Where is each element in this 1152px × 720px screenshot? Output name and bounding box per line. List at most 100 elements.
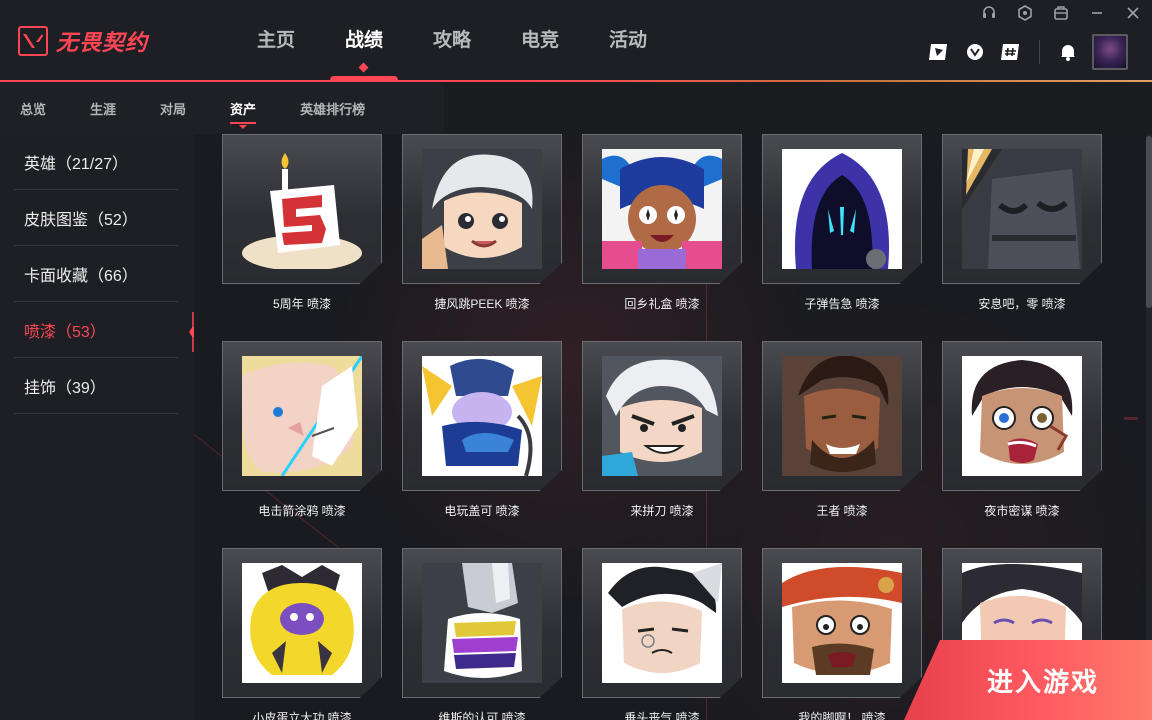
store-icon[interactable] <box>1050 2 1072 24</box>
spray-tile[interactable] <box>762 548 922 698</box>
crying-face-icon <box>782 563 902 683</box>
sidebar-item-sprays[interactable]: 喷漆（53） <box>0 302 194 358</box>
sidebar-item-agents[interactable]: 英雄（21/27） <box>0 134 194 190</box>
spray-label: 电击箭涂鸦 喷漆 <box>258 504 346 518</box>
enter-game-label: 进入游戏 <box>986 666 1099 697</box>
top-bar: 无畏契约 主页 战绩 攻略 电竞 活动 <box>0 0 1152 82</box>
tab-matches[interactable]: 对局 <box>160 99 186 118</box>
spray-label: 捷风跳PEEK 喷漆 <box>434 297 530 311</box>
spray-tile[interactable] <box>222 134 382 284</box>
tab-career[interactable]: 生涯 <box>90 99 116 118</box>
app-logo[interactable]: 无畏契约 <box>18 26 148 56</box>
spray-tile[interactable] <box>582 341 742 491</box>
avatar[interactable] <box>1092 34 1128 70</box>
tab-overview[interactable]: 总览 <box>20 99 46 118</box>
main-nav-home[interactable]: 主页 <box>232 0 320 82</box>
spray-tile[interactable] <box>402 134 562 284</box>
spray-card[interactable]: 垂头丧气 喷漆 <box>582 548 742 720</box>
header-actions <box>927 34 1128 70</box>
sidebar-item-charms[interactable]: 挂饰（39） <box>0 358 194 414</box>
spray-label: 垂头丧气 喷漆 <box>624 711 700 720</box>
main-nav-records[interactable]: 战绩 <box>320 0 408 82</box>
spray-label: 安息吧，零 喷漆 <box>978 297 1066 311</box>
spray-card[interactable]: 维斯的认可 喷漆 <box>402 548 562 720</box>
spray-tile[interactable] <box>582 548 742 698</box>
sub-nav: 总览 生涯 对局 资产 英雄排行榜 <box>0 82 444 134</box>
spray-label: 子弹告急 喷漆 <box>804 297 880 311</box>
main-nav-events[interactable]: 活动 <box>584 0 672 82</box>
sad-yoru-icon <box>602 563 722 683</box>
spray-label: 电玩盖可 喷漆 <box>444 504 520 518</box>
settings-hex-icon[interactable] <box>1014 2 1036 24</box>
hashtag-icon[interactable] <box>999 40 1023 64</box>
main-nav: 主页 战绩 攻略 电竞 活动 <box>232 0 672 82</box>
sidebar-item-skins[interactable]: 皮肤图鉴（52） <box>0 190 194 246</box>
spray-label: 回乡礼盒 喷漆 <box>624 297 700 311</box>
main-nav-label: 活动 <box>608 30 647 51</box>
window-controls <box>978 2 1144 24</box>
spray-label: 来拼刀 喷漆 <box>630 504 694 518</box>
divider <box>1039 40 1040 64</box>
spray-tile[interactable] <box>942 341 1102 491</box>
close-icon[interactable] <box>1122 2 1144 24</box>
spray-label: 维斯的认可 喷漆 <box>438 711 526 720</box>
thumbs-up-icon <box>422 563 542 683</box>
spray-tile[interactable] <box>222 548 382 698</box>
spray-card[interactable]: 回乡礼盒 喷漆 <box>582 134 742 341</box>
spray-label: 夜市密谋 喷漆 <box>984 504 1060 518</box>
spray-tile[interactable] <box>762 134 922 284</box>
spray-label: 我的脚啊！ 喷漆 <box>798 711 886 720</box>
spray-card[interactable]: 电击箭涂鸦 喷漆 <box>222 341 382 548</box>
active-indicator-icon <box>358 62 369 73</box>
spray-card[interactable]: 来拼刀 喷漆 <box>582 341 742 548</box>
spray-card[interactable]: 捷风跳PEEK 喷漆 <box>402 134 562 341</box>
main-nav-label: 主页 <box>256 30 295 51</box>
robot-helmet-icon <box>962 149 1082 269</box>
spray-card[interactable]: 我的脚啊！ 喷漆 <box>762 548 922 720</box>
spray-tile[interactable] <box>222 341 382 491</box>
scrollbar[interactable] <box>1146 134 1152 720</box>
birthday-cake-5-icon <box>242 149 362 269</box>
spray-card[interactable]: 5周年 喷漆 <box>222 134 382 341</box>
bell-icon[interactable] <box>1056 40 1080 64</box>
spray-card[interactable]: 安息吧，零 喷漆 <box>942 134 1102 341</box>
scrollbar-thumb[interactable] <box>1146 136 1152 308</box>
asset-category-sidebar: 英雄（21/27） 皮肤图鉴（52） 卡面收藏（66） 喷漆（53） 挂饰（39… <box>0 134 194 720</box>
spray-tile[interactable] <box>402 341 562 491</box>
gamer-gekko-icon <box>422 356 542 476</box>
decor-line <box>1124 417 1138 420</box>
main-nav-label: 电竞 <box>520 30 559 51</box>
gift-box-icon <box>602 149 722 269</box>
valorant-logo-icon <box>18 26 48 56</box>
spray-label: 王者 喷漆 <box>816 504 868 518</box>
shock-arrow-icon <box>242 356 362 476</box>
minimize-icon[interactable] <box>1086 2 1108 24</box>
share-card-icon[interactable] <box>927 40 951 64</box>
headset-icon[interactable] <box>978 2 1000 24</box>
main-nav-esports[interactable]: 电竞 <box>496 0 584 82</box>
tab-agent-leaderboard[interactable]: 英雄排行榜 <box>300 99 365 118</box>
spray-card[interactable]: 夜市密谋 喷漆 <box>942 341 1102 548</box>
tab-assets[interactable]: 资产 <box>230 99 257 129</box>
spray-tile[interactable] <box>582 134 742 284</box>
sidebar-item-cards[interactable]: 卡面收藏（66） <box>0 246 194 302</box>
yellow-creature-icon <box>242 563 362 683</box>
hooded-omen-icon <box>782 149 902 269</box>
spray-tile[interactable] <box>942 134 1102 284</box>
spray-tile[interactable] <box>762 341 922 491</box>
spray-label: 小皮蛋立大功 喷漆 <box>252 711 352 720</box>
enter-game-button[interactable]: 进入游戏 <box>904 640 1152 720</box>
spray-card[interactable]: 小皮蛋立大功 喷漆 <box>222 548 382 720</box>
logo-text: 无畏契约 <box>56 30 149 55</box>
main-nav-label: 战绩 <box>344 30 383 51</box>
main-nav-label: 攻略 <box>432 30 471 51</box>
spray-tile[interactable] <box>402 548 562 698</box>
spray-card[interactable]: 子弹告急 喷漆 <box>762 134 922 341</box>
spray-card[interactable]: 电玩盖可 喷漆 <box>402 341 562 548</box>
spray-grid: 5周年 喷漆 捷风跳PEEK 喷漆 回乡礼盒 喷漆 子弹告急 喷漆 安息吧，零 … <box>222 134 1102 720</box>
night-market-icon <box>962 356 1082 476</box>
main-nav-guides[interactable]: 攻略 <box>408 0 496 82</box>
spray-card[interactable]: 王者 喷漆 <box>762 341 922 548</box>
badge-icon[interactable] <box>963 40 987 64</box>
jett-peek-icon <box>422 149 542 269</box>
